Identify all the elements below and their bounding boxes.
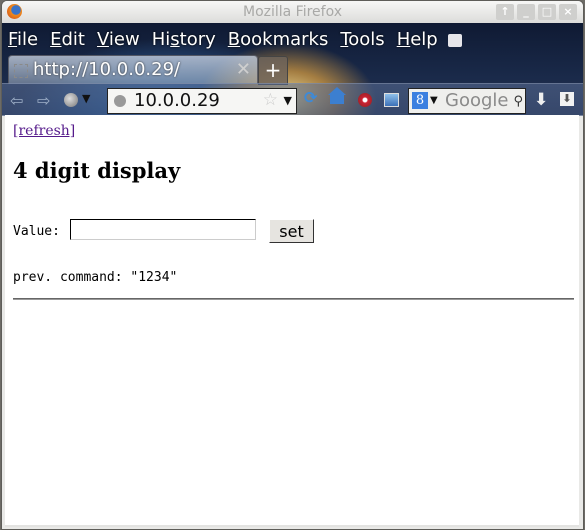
search-bar[interactable]: 8 ▼ Google ⚲ [408, 88, 526, 114]
home-icon[interactable] [330, 94, 344, 104]
url-history-dropdown-icon[interactable]: ▼ [284, 94, 292, 107]
menu-view[interactable]: View [91, 27, 146, 53]
menu-history-pre: Hi [151, 29, 171, 50]
url-text[interactable]: 10.0.0.29 [134, 90, 220, 111]
menu-edit[interactable]: Edit [44, 27, 91, 53]
menu-tools[interactable]: Tools [334, 27, 390, 53]
bookmarks-folder-icon[interactable] [447, 34, 462, 47]
up-icon[interactable]: ↑ [496, 4, 514, 20]
refresh-link[interactable]: [refresh] [13, 123, 75, 139]
browser-chrome: File Edit View History Bookmarks Tools H… [2, 23, 583, 116]
menu-file-rest: ile [17, 29, 39, 50]
set-button[interactable]: set [269, 219, 314, 243]
url-bar[interactable]: 10.0.0.29 ☆ ▼ [107, 88, 297, 114]
menu-view-accel: V [96, 29, 109, 50]
menu-history-rest: tory [179, 29, 216, 50]
download-arrow-icon[interactable]: ⬇ [534, 90, 548, 110]
new-tab-button[interactable]: + [258, 56, 288, 85]
menu-edit-accel: E [50, 29, 62, 50]
value-label: Value: [13, 224, 60, 239]
page-content: [refresh] 4 digit display Value: set pre… [5, 115, 579, 525]
menu-file[interactable]: File [2, 27, 44, 53]
navigation-toolbar: ⇦ ⇨ ▼ 10.0.0.29 ☆ ▼ ⟳ 8 ▼ Google ⚲ ⬇ ⬇ [2, 83, 583, 116]
window-controls: ↑ _ □ × [496, 4, 577, 20]
horizontal-rule [13, 298, 574, 300]
site-identity-icon[interactable] [114, 95, 126, 107]
menu-file-accel: F [8, 29, 18, 50]
search-placeholder[interactable]: Google [445, 90, 508, 111]
tab-close-icon[interactable]: ✕ [236, 59, 251, 80]
menu-view-rest: iew [108, 29, 140, 50]
menu-bookmarks-rest: ookmarks [240, 29, 329, 50]
menu-help-rest: elp [410, 29, 438, 50]
reload-icon[interactable]: ⟳ [304, 88, 320, 107]
close-icon[interactable]: × [559, 4, 577, 20]
menu-history[interactable]: History [146, 27, 222, 53]
menu-help-accel: H [396, 29, 411, 50]
minimize-icon[interactable]: _ [517, 4, 535, 20]
forward-arrow-icon[interactable]: ⇨ [37, 91, 50, 110]
value-input[interactable] [70, 219, 256, 240]
browser-window: Mozilla Firefox ↑ _ □ × File Edit View H… [1, 0, 584, 530]
binoculars-icon[interactable]: ⚲ [513, 94, 523, 109]
window-bottom-edge [5, 525, 579, 527]
previous-command-text: prev. command: "1234" [13, 270, 178, 285]
page-heading: 4 digit display [13, 158, 181, 183]
menu-history-accel: s [170, 29, 180, 50]
tab-title: http://10.0.0.29/ [33, 59, 181, 80]
menu-tools-rest: ools [348, 29, 385, 50]
page-favicon-icon [14, 64, 28, 78]
title-bar: Mozilla Firefox ↑ _ □ × [2, 1, 583, 24]
chevron-down-icon[interactable]: ▼ [82, 92, 90, 105]
menu-bookmarks[interactable]: Bookmarks [222, 27, 335, 53]
tab-active[interactable]: http://10.0.0.29/ ✕ [8, 55, 258, 84]
back-arrow-icon[interactable]: ⇦ [10, 91, 23, 110]
image-icon[interactable] [384, 93, 399, 107]
menu-edit-rest: dit [61, 29, 85, 50]
menu-bar: File Edit View History Bookmarks Tools H… [2, 27, 462, 53]
stop-icon[interactable] [358, 93, 372, 107]
menu-bookmarks-accel: B [227, 29, 241, 50]
google-engine-icon[interactable]: 8 [412, 92, 428, 109]
search-engine-dropdown-icon[interactable]: ▼ [430, 95, 438, 106]
menu-help[interactable]: Help [391, 27, 444, 53]
globe-icon[interactable] [64, 93, 78, 107]
downloads-icon[interactable]: ⬇ [560, 92, 574, 106]
maximize-icon[interactable]: □ [538, 4, 556, 20]
bookmark-star-icon[interactable]: ☆ [263, 90, 278, 110]
